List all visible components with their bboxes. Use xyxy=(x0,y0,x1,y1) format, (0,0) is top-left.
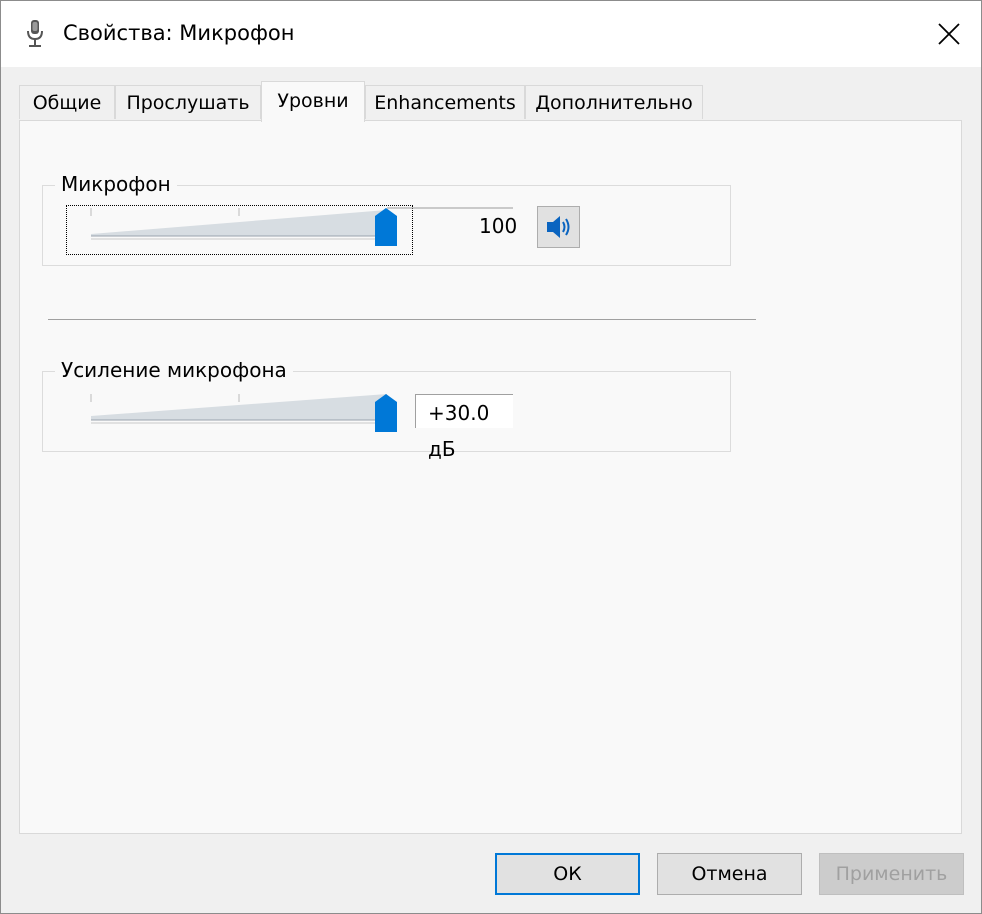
microphone-boost-slider[interactable] xyxy=(87,392,417,438)
microphone-slider-thumb[interactable] xyxy=(375,208,397,246)
microphone-level-value: 100 xyxy=(479,214,518,238)
boost-value-field: +30.0 дБ xyxy=(415,394,513,461)
tab-enhancements[interactable]: Enhancements xyxy=(365,85,525,119)
apply-button[interactable]: Применить xyxy=(819,853,964,895)
tab-advanced[interactable]: Дополнительно xyxy=(525,85,703,119)
speaker-icon xyxy=(547,216,570,238)
levels-panel: Микрофон 100 Усиление микрофона +30.0 дБ xyxy=(19,120,962,834)
title-bar: Свойства: Микрофон xyxy=(1,1,981,67)
tab-listen[interactable]: Прослушать xyxy=(115,85,261,119)
cancel-button[interactable]: Отмена xyxy=(657,853,802,895)
microphone-group-label: Микрофон xyxy=(55,172,177,196)
boost-group-label: Усиление микрофона xyxy=(55,358,293,382)
window-title: Свойства: Микрофон xyxy=(63,21,295,45)
group-separator xyxy=(48,319,756,320)
boost-slider-thumb[interactable] xyxy=(375,394,397,432)
mute-button[interactable] xyxy=(537,206,580,248)
close-icon[interactable] xyxy=(927,13,971,55)
microphone-volume-slider[interactable] xyxy=(87,206,517,252)
ok-button[interactable]: ОК xyxy=(495,853,640,895)
tab-general[interactable]: Общие xyxy=(19,85,115,119)
tab-levels[interactable]: Уровни xyxy=(261,81,365,122)
microphone-icon xyxy=(27,20,43,47)
microphone-group: Микрофон 100 xyxy=(42,172,731,266)
microphone-boost-group: Усиление микрофона +30.0 дБ xyxy=(42,358,731,461)
properties-dialog: Свойства: Микрофон Общие Прослушать Уров… xyxy=(0,0,982,914)
